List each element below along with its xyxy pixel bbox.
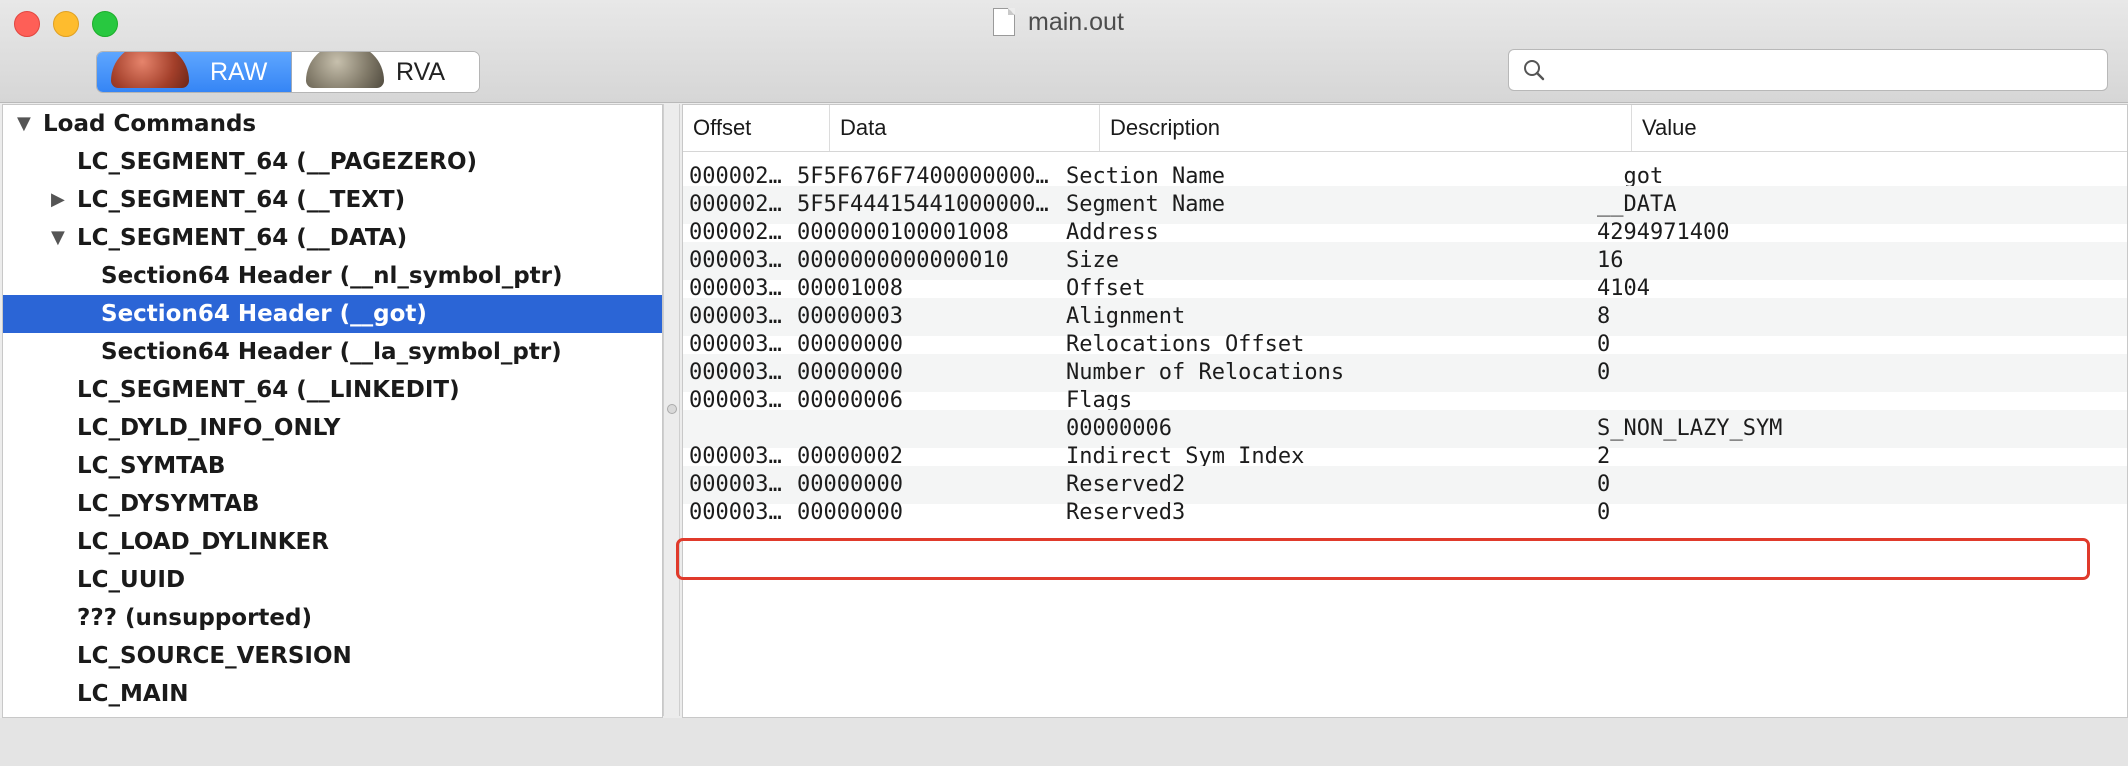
tree-item[interactable]: Section64 Header (__got) [3, 295, 662, 333]
column-header-data[interactable]: Data [830, 105, 1100, 151]
tree-item[interactable]: ▼ LC_SEGMENT_64 (__DATA) [3, 219, 662, 257]
cell-description: Reserved3 [1066, 500, 1186, 525]
tree-item[interactable]: LC_SYMTAB [3, 447, 662, 485]
splitter-handle[interactable] [667, 404, 677, 414]
cell-data: 00000000 [797, 500, 903, 525]
tree-item[interactable]: LC_UUID [3, 561, 662, 599]
tree-item[interactable]: Section64 Header (__nl_symbol_ptr) [3, 257, 662, 295]
close-window-button[interactable] [14, 11, 40, 37]
tree-item[interactable]: ??? (unsupported) [3, 599, 662, 637]
tree-item-label: LC_DYSYMTAB [77, 491, 260, 517]
tree-item-label: Section64 Header (__got) [101, 301, 427, 327]
details-table: Offset Data Description Value 000002D8 5F… [682, 104, 2128, 718]
raw-mode-label: RAW [210, 58, 268, 86]
tree-item-label: LC_SEGMENT_64 (__LINKEDIT) [77, 377, 460, 403]
tree-item[interactable]: ▶ LC_SEGMENT_64 (__TEXT) [3, 181, 662, 219]
pane-splitter[interactable] [663, 104, 680, 716]
tree-item-label: Section64 Header (__nl_symbol_ptr) [101, 263, 563, 289]
tree-item[interactable]: LC_SOURCE_VERSION [3, 637, 662, 675]
tree-item[interactable]: LC_MAIN [3, 675, 662, 713]
tree-item-label: LC_SEGMENT_64 (__DATA) [77, 225, 408, 251]
tree-item-label: LC_MAIN [77, 681, 189, 707]
tree-item[interactable]: ▼ Load Commands [3, 105, 662, 143]
tree-item[interactable]: LC_DYSYMTAB [3, 485, 662, 523]
tree-item[interactable]: LC_LOAD_DYLINKER [3, 523, 662, 561]
cell-value: 0 [1597, 500, 1611, 525]
disclosure-expanded-icon[interactable]: ▼ [51, 219, 71, 257]
column-header-offset[interactable]: Offset [683, 105, 830, 151]
tree-item-label: LC_LOAD_DYLINKER [77, 529, 329, 555]
load-commands-outline: ▼ Load Commands LC_SEGMENT_64 (__PAGEZERO)… [2, 104, 663, 718]
column-header-value[interactable]: Value [1632, 105, 2127, 151]
tree-item[interactable]: Section64 Header (__la_symbol_ptr) [3, 333, 662, 371]
cell-offset: 00000324 [689, 500, 794, 525]
table-row[interactable]: 00000324 00000000 Reserved3 0 [683, 494, 2127, 532]
status-bar [0, 718, 2128, 766]
search-icon [1524, 60, 1545, 81]
column-header-description[interactable]: Description [1100, 105, 1632, 151]
rva-mode-icon [306, 52, 384, 88]
table-header: Offset Data Description Value [683, 105, 2127, 152]
tree-item-label: ??? (unsupported) [77, 605, 312, 631]
minimize-window-button[interactable] [53, 11, 79, 37]
disclosure-collapsed-icon[interactable]: ▶ [51, 181, 71, 219]
tree-item-label: LC_UUID [77, 567, 186, 593]
raw-mode-icon [111, 52, 189, 88]
tree-item-label: LC_SEGMENT_64 (__PAGEZERO) [77, 149, 478, 175]
raw-mode-button[interactable]: RAW [97, 52, 292, 92]
tree-item-label: LC_SYMTAB [77, 453, 226, 479]
search-field[interactable] [1508, 49, 2108, 91]
highlight-annotation [676, 538, 2090, 580]
window-title: main.out [1028, 8, 1124, 36]
tree-item-label: Load Commands [43, 111, 257, 137]
tree-item[interactable]: LC_SEGMENT_64 (__PAGEZERO) [3, 143, 662, 181]
title-bar: main.out RAW RVA [0, 0, 2128, 103]
tree-item[interactable]: LC_DYLD_INFO_ONLY [3, 409, 662, 447]
rva-mode-button[interactable]: RVA [292, 52, 479, 92]
address-mode-toggle: RAW RVA [96, 51, 480, 93]
tree-item-label: Section64 Header (__la_symbol_ptr) [101, 339, 562, 365]
disclosure-expanded-icon[interactable]: ▼ [17, 105, 37, 143]
tree-item-label: LC_DYLD_INFO_ONLY [77, 415, 341, 441]
document-icon [993, 8, 1015, 36]
tree-item-label: LC_SEGMENT_64 (__TEXT) [77, 187, 406, 213]
rva-mode-label: RVA [396, 58, 446, 86]
tree-item[interactable]: LC_SEGMENT_64 (__LINKEDIT) [3, 371, 662, 409]
tree-item-label: LC_SOURCE_VERSION [77, 643, 352, 669]
zoom-window-button[interactable] [92, 11, 118, 37]
